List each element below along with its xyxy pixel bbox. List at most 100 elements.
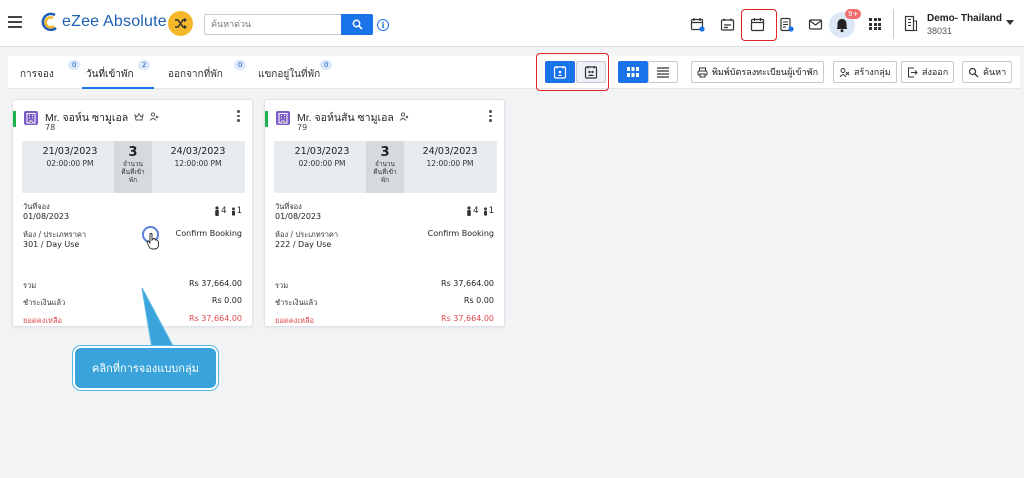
reservation-id: 78 <box>45 123 56 132</box>
departure-date: 24/03/2023 <box>422 146 478 157</box>
arrival-date: 21/03/2023 <box>42 146 98 157</box>
tab-label: ออกจากที่พัก <box>168 69 223 80</box>
nights-label: จำนวน <box>123 160 143 168</box>
search-icon <box>352 19 363 30</box>
search-button[interactable] <box>341 14 373 35</box>
tab-count: 0 <box>68 60 81 70</box>
tab-count: 0 <box>320 60 333 70</box>
logo-icon <box>41 12 57 32</box>
departure-time: 12:00:00 PM <box>174 159 222 168</box>
mail-icon[interactable] <box>808 17 823 32</box>
arrival-date: 21/03/2023 <box>294 146 350 157</box>
print-registration-card-button[interactable]: พิมพ์บัตรลงทะเบียนผู้เข้าพัก <box>691 61 825 83</box>
create-group-button[interactable]: สร้างกลุ่ม <box>833 61 897 83</box>
balance-amount: Rs 37,664.00 <box>189 314 242 323</box>
balance-amount: Rs 37,664.00 <box>441 314 494 323</box>
arrival-time: 02:00:00 PM <box>298 159 346 168</box>
printer-icon <box>697 67 708 77</box>
total-label: รวม <box>275 281 289 290</box>
nights-panel: 3 จำนวน คืนที่เข้า พัก <box>114 141 152 193</box>
list-view-button[interactable] <box>648 61 678 83</box>
paid-amount: Rs 0.00 <box>211 296 242 305</box>
tab-count: 0 <box>234 60 247 70</box>
tab-label: แขกอยู่ในที่พัก <box>258 69 321 80</box>
nights-count: 3 <box>380 145 390 160</box>
quick-search-input[interactable] <box>204 14 341 35</box>
group-icon <box>149 112 159 121</box>
adult-icon <box>215 206 219 216</box>
room-rate-type: 222 / Day Use <box>275 240 332 249</box>
guest-name[interactable]: Mr. จอห์นสัน ซามูเอล <box>297 109 409 126</box>
paid-label: ชำระเงินแล้ว <box>23 298 66 307</box>
pax-count: 4 1 <box>214 206 242 216</box>
total-amount: Rs 37,664.00 <box>441 279 494 288</box>
calendar-check-icon[interactable] <box>690 17 705 32</box>
guest-name-text: Mr. จอห์นสัน ซามูเอล <box>297 112 394 124</box>
booking-date: 01/08/2023 <box>23 212 70 221</box>
booking-date: 01/08/2023 <box>275 212 322 221</box>
tab-count: 2 <box>138 60 151 70</box>
invoice-icon[interactable] <box>779 17 794 32</box>
tab-in-house[interactable]: แขกอยู่ในที่พัก 0 <box>258 56 333 89</box>
hotel-building-icon <box>276 111 290 125</box>
more-options-icon[interactable] <box>489 110 492 124</box>
export-icon <box>908 67 918 77</box>
adult-count: 4 <box>473 206 479 216</box>
paid-amount: Rs 0.00 <box>463 296 494 305</box>
nights-label: คืนที่เข้า <box>373 168 397 176</box>
chevron-down-icon[interactable] <box>1006 20 1014 25</box>
booking-status: Confirm Booking <box>175 229 242 238</box>
status-indicator <box>265 111 268 127</box>
total-amount: Rs 37,664.00 <box>189 279 242 288</box>
nights-panel: 3 จำนวน คืนที่เข้า พัก <box>366 141 404 193</box>
child-count: 1 <box>236 206 242 216</box>
adult-count: 4 <box>221 206 227 216</box>
logo-text: eZee Absolute <box>62 13 167 30</box>
apps-grid-icon[interactable] <box>869 18 881 30</box>
tab-departures[interactable]: ออกจากที่พัก 0 <box>168 56 247 89</box>
group-reservation-view-button[interactable] <box>576 61 606 83</box>
export-button[interactable]: ส่งออก <box>901 61 955 83</box>
room-rate-type: 301 / Day Use <box>23 240 80 249</box>
child-icon <box>483 206 487 216</box>
callout-text: คลิกที่การจองแบบกลุ่ม <box>92 362 199 375</box>
top-bar: eZee Absolute i <box>0 0 1024 47</box>
guest-name-text: Mr. จอห์น ซามูเอล <box>45 112 129 124</box>
single-reservation-view-button[interactable] <box>545 61 575 83</box>
calendar-icon[interactable] <box>750 17 765 32</box>
room-status-icon[interactable] <box>720 17 735 32</box>
nights-label: พัก <box>380 176 390 184</box>
more-options-icon[interactable] <box>237 110 240 124</box>
group-icon <box>399 112 409 121</box>
nights-label: คืนที่เข้า <box>121 168 145 176</box>
info-icon[interactable]: i <box>377 19 389 31</box>
app-logo[interactable]: eZee Absolute <box>40 12 167 32</box>
tab-label: การจอง <box>20 69 54 80</box>
departure-time: 12:00:00 PM <box>426 159 474 168</box>
paid-label: ชำระเงินแล้ว <box>275 298 318 307</box>
property-code: 38031 <box>927 26 953 36</box>
export-label: ส่งออก <box>922 68 949 78</box>
search-icon <box>968 67 979 77</box>
guest-name[interactable]: Mr. จอห์น ซามูเอล <box>45 109 159 126</box>
hotel-building-icon <box>24 111 38 125</box>
total-label: รวม <box>23 281 37 290</box>
balance-label: ยอดคงเหลือ <box>275 316 315 325</box>
create-group-label: สร้างกลุ่ม <box>854 68 891 78</box>
switch-button[interactable] <box>168 11 193 36</box>
grid-view-button[interactable] <box>618 61 648 83</box>
child-icon <box>231 206 235 216</box>
search-filter-button[interactable]: ค้นหา <box>962 61 1013 83</box>
calendar-person-icon <box>553 66 567 79</box>
grid-view-icon <box>627 67 639 77</box>
reservation-card[interactable]: Mr. จอห์นสัน ซามูเอล 79 3 จำนวน คืนที่เข… <box>264 99 505 327</box>
menu-icon[interactable] <box>8 16 22 28</box>
property-name[interactable]: Demo- Thailand <box>927 13 1002 24</box>
search-filter-label: ค้นหา <box>983 68 1007 78</box>
tab-arrivals[interactable]: วันที่เข้าพัก 2 <box>82 56 154 89</box>
calendar-group-icon <box>584 66 598 79</box>
tab-reservations[interactable]: การจอง 0 <box>20 56 81 89</box>
nights-label: พัก <box>128 176 138 184</box>
list-view-icon <box>657 67 669 78</box>
booking-status: Confirm Booking <box>427 229 494 238</box>
